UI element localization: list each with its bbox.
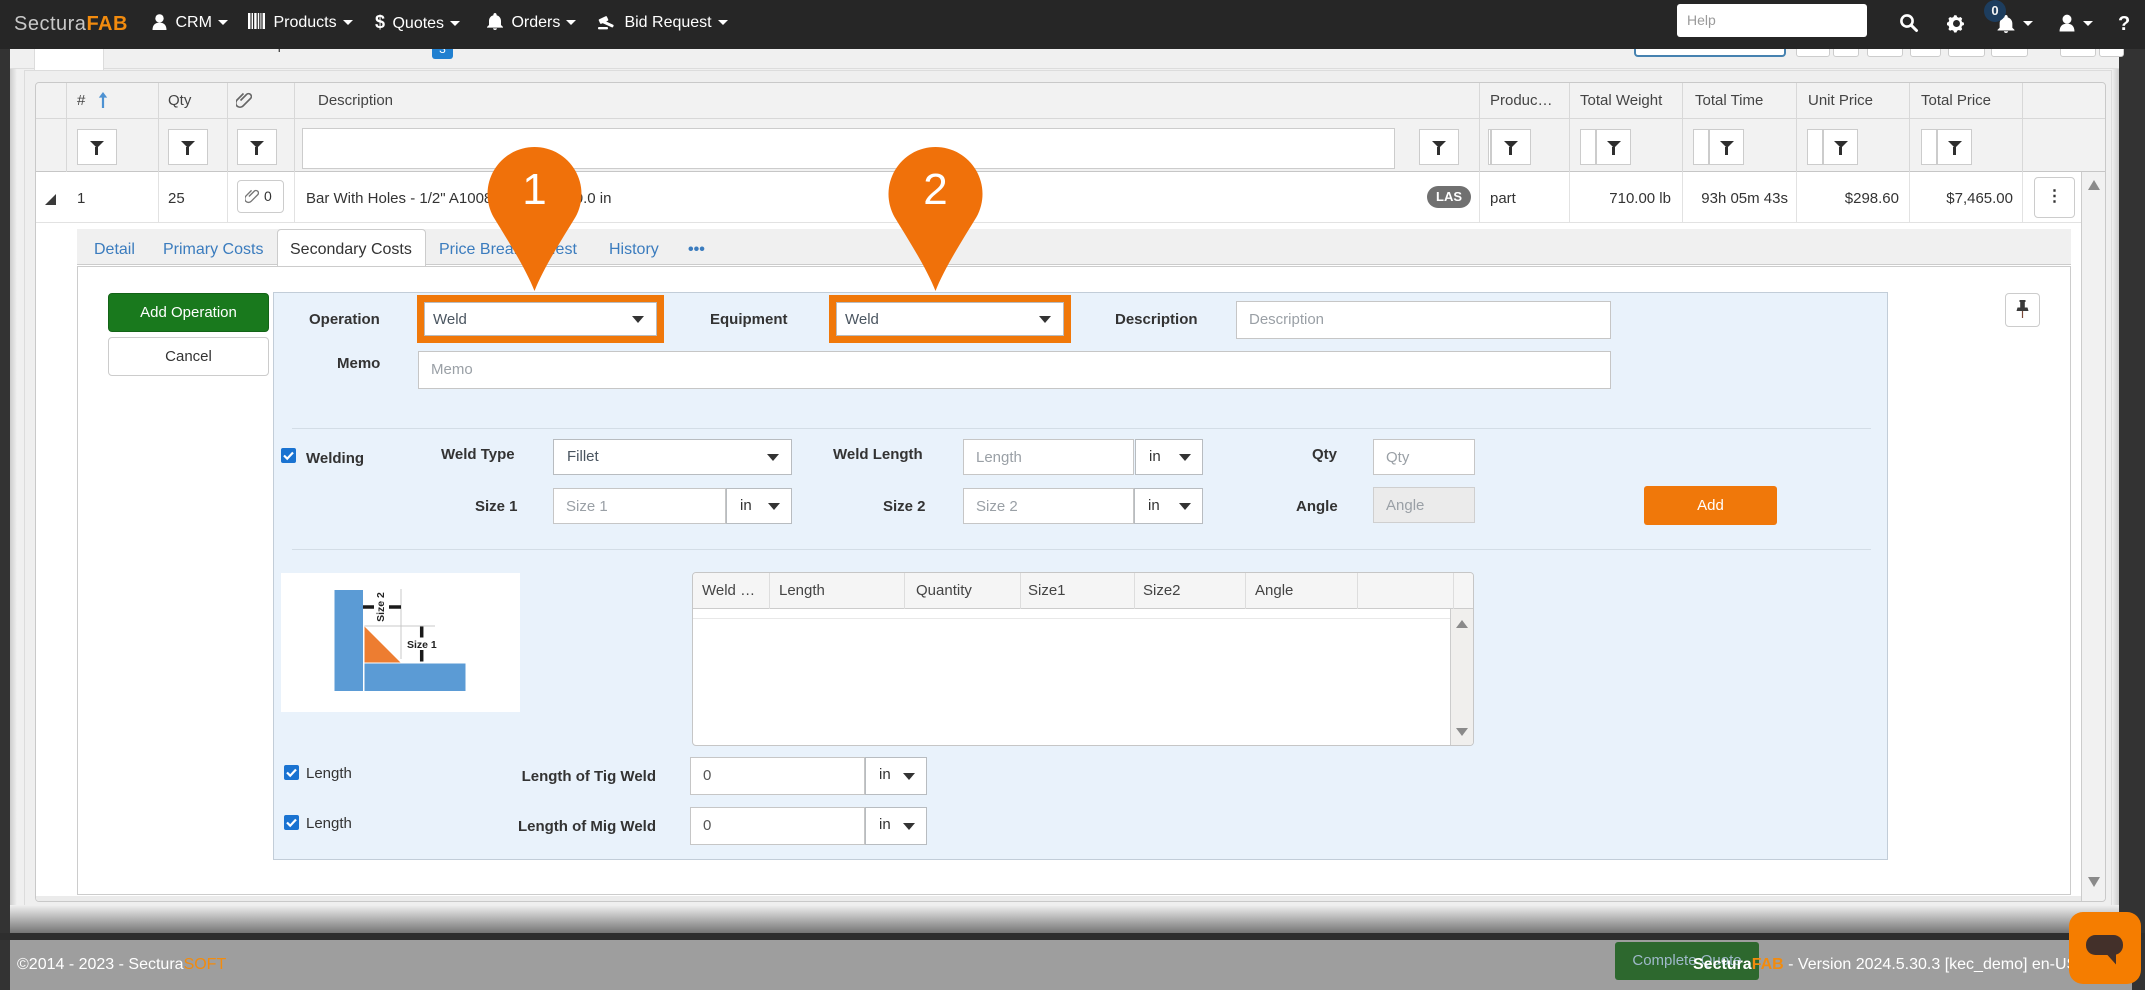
svg-text:Size 1: Size 1 xyxy=(407,639,437,651)
svg-text:Size 2: Size 2 xyxy=(375,592,387,622)
svg-text:1: 1 xyxy=(522,165,546,214)
svg-text:2: 2 xyxy=(923,165,947,214)
